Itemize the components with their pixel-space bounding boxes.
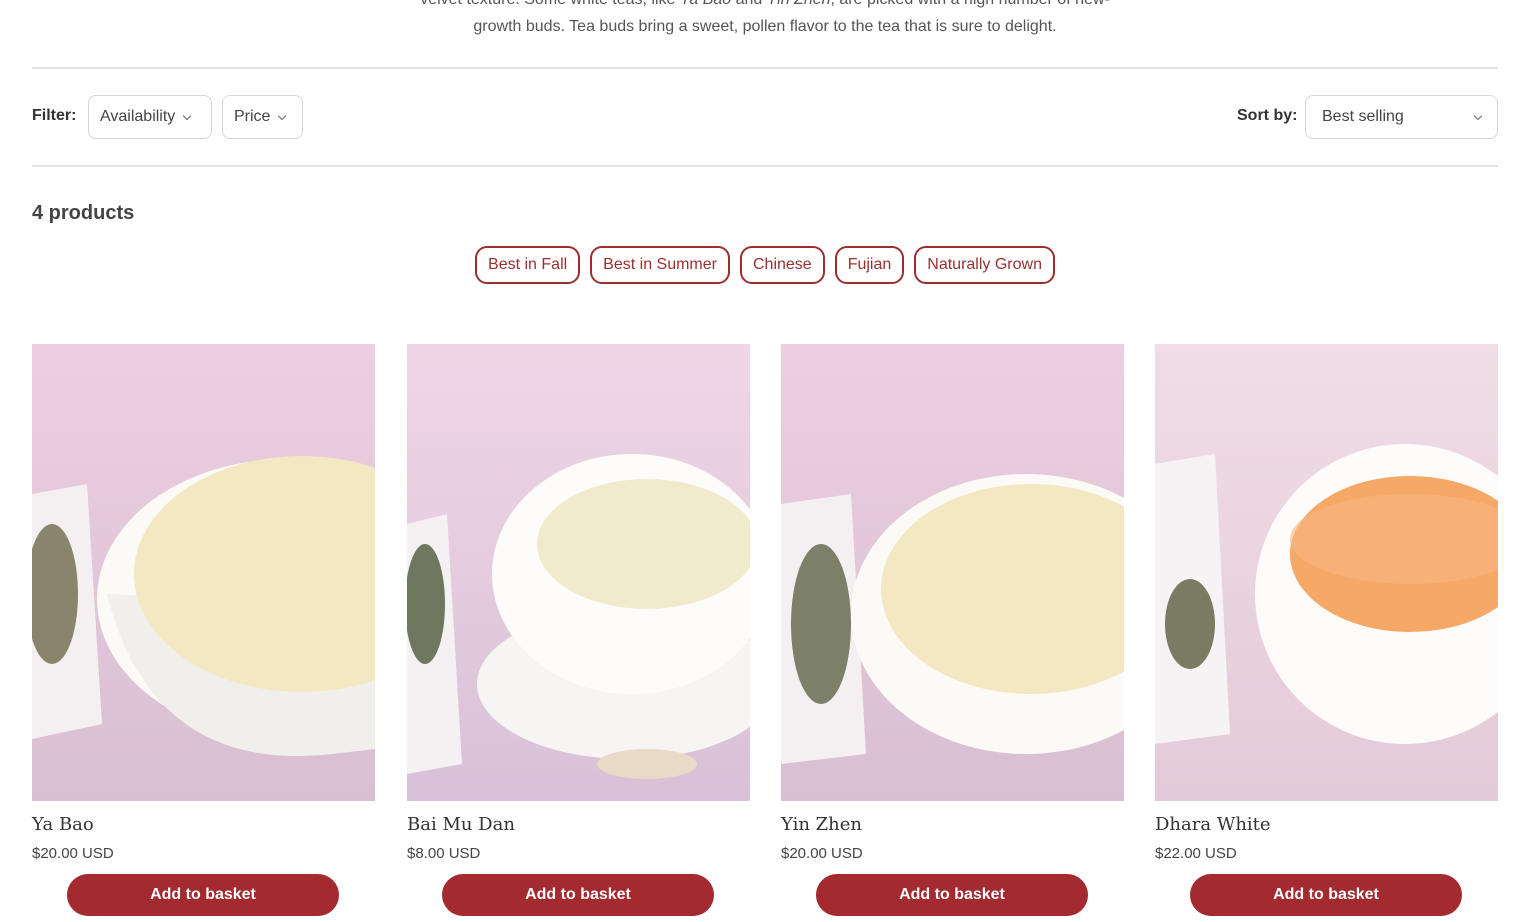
tag-list: Best in Fall Best in Summer Chinese Fuji… xyxy=(0,246,1530,284)
product-price: $20.00 USD xyxy=(32,845,114,862)
product-image-dhara-white[interactable] xyxy=(1155,344,1498,801)
tag-fujian[interactable]: Fujian xyxy=(834,246,905,284)
product-title[interactable]: Dhara White xyxy=(1155,814,1271,835)
availability-filter-dropdown[interactable]: Availability xyxy=(88,95,212,139)
sort-select[interactable]: Best selling xyxy=(1305,95,1498,139)
product-image-ya-bao[interactable] xyxy=(32,344,375,801)
filter-bar: Filter: Availability Price Sort by: Best… xyxy=(32,95,1498,139)
sort-label: Sort by: xyxy=(1237,107,1298,124)
add-to-basket-button[interactable]: Add to basket xyxy=(1190,874,1462,916)
product-price: $8.00 USD xyxy=(407,845,481,862)
chevron-down-icon xyxy=(183,111,192,120)
collection-description: velvet texture. Some white teas, like Ya… xyxy=(420,0,1110,35)
chevron-down-icon xyxy=(1473,111,1483,120)
divider-top xyxy=(32,67,1498,69)
product-title[interactable]: Yin Zhen xyxy=(781,814,862,835)
divider-bottom xyxy=(32,165,1498,167)
add-to-basket-button[interactable]: Add to basket xyxy=(442,874,714,916)
product-price: $22.00 USD xyxy=(1155,845,1237,862)
add-to-basket-button[interactable]: Add to basket xyxy=(816,874,1088,916)
product-card-ya-bao: Ya Bao $20.00 USD Add to basket xyxy=(32,344,375,916)
price-filter-dropdown[interactable]: Price xyxy=(222,95,303,139)
add-to-basket-button[interactable]: Add to basket xyxy=(67,874,339,916)
product-card-bai-mu-dan: Bai Mu Dan $8.00 USD Add to basket xyxy=(407,344,750,916)
product-count: 4 products xyxy=(32,202,135,224)
product-price: $20.00 USD xyxy=(781,845,863,862)
tag-naturally-grown[interactable]: Naturally Grown xyxy=(914,246,1055,284)
product-image-bai-mu-dan[interactable] xyxy=(407,344,750,801)
chevron-down-icon xyxy=(278,111,287,120)
filter-label: Filter: xyxy=(32,107,77,124)
tag-best-in-summer[interactable]: Best in Summer xyxy=(590,246,730,284)
tag-chinese[interactable]: Chinese xyxy=(739,246,825,284)
product-image-yin-zhen[interactable] xyxy=(781,344,1124,801)
tag-best-in-fall[interactable]: Best in Fall xyxy=(475,246,581,284)
product-card-yin-zhen: Yin Zhen $20.00 USD Add to basket xyxy=(781,344,1124,916)
product-title[interactable]: Ya Bao xyxy=(32,814,94,835)
product-title[interactable]: Bai Mu Dan xyxy=(407,814,515,835)
product-card-dhara-white: Dhara White $22.00 USD Add to basket xyxy=(1155,344,1498,916)
